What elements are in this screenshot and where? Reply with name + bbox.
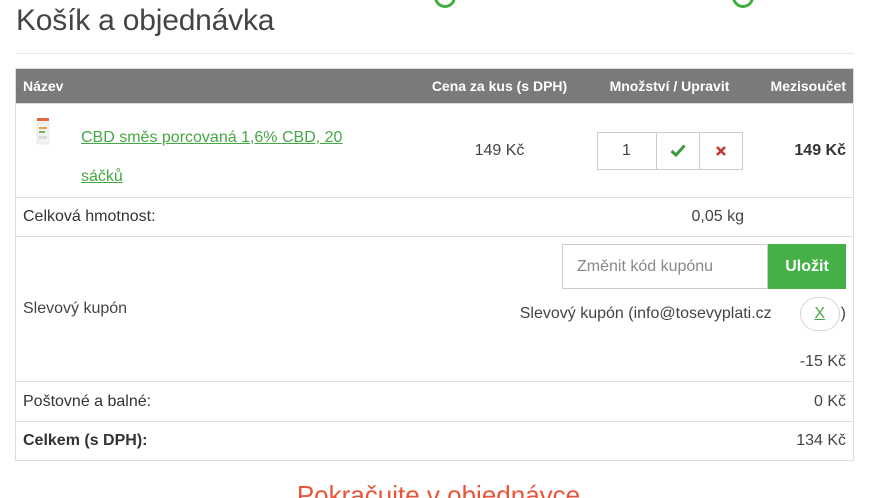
- product-cell: CBD směs porcovaná 1,6% CBD, 20 sáčků: [15, 103, 411, 198]
- total-label: Celkem (s DPH):: [15, 421, 589, 461]
- continue-order-heading: Pokračujte v objednávce: [296, 480, 581, 498]
- weight-value: 0,05 kg: [588, 197, 854, 237]
- coupon-code-input[interactable]: Změnit kód kupónu: [562, 244, 768, 289]
- column-header-name: Název: [15, 68, 411, 104]
- title-divider: [16, 53, 854, 54]
- weight-row: Celková hmotnost: 0,05 kg: [15, 197, 854, 237]
- checkmark-icon: [670, 144, 686, 157]
- remove-coupon-button[interactable]: X: [799, 297, 840, 331]
- page-title: Košík a objednávka: [16, 4, 275, 37]
- table-row: CBD směs porcovaná 1,6% CBD, 20 sáčků 14…: [15, 103, 854, 198]
- cart-table: Název Cena za kus (s DPH) Množství / Upr…: [15, 68, 854, 461]
- column-header-quantity: Množství / Upravit: [588, 68, 751, 104]
- total-value: 134 Kč: [588, 421, 854, 461]
- close-icon: [715, 145, 726, 156]
- shipping-label: Poštovné a balné:: [15, 381, 589, 422]
- product-thumbnail[interactable]: [36, 118, 50, 146]
- column-header-price: Cena za kus (s DPH): [410, 68, 589, 104]
- total-row: Celkem (s DPH): 134 Kč: [15, 421, 854, 461]
- applied-coupon-paren: ): [840, 305, 846, 322]
- applied-coupon: Slevový kupón (info@tosevyplati.cz X ): [520, 297, 846, 331]
- coupon-row: Slevový kupón Změnit kód kupónu Uložit S…: [15, 236, 854, 382]
- quantity-controls: 1: [596, 131, 744, 170]
- coupon-label: Slevový kupón: [15, 236, 411, 382]
- decorative-circle: [732, 0, 754, 8]
- coupon-cell: Změnit kód kupónu Uložit Slevový kupón (…: [410, 236, 854, 382]
- product-link[interactable]: CBD směs porcovaná 1,6% CBD, 20 sáčků: [81, 118, 381, 196]
- coupon-form: Změnit kód kupónu Uložit: [562, 244, 846, 289]
- remove-item-button[interactable]: [699, 131, 743, 170]
- applied-coupon-text: Slevový kupón (info@tosevyplati.cz: [519, 305, 772, 322]
- weight-label: Celková hmotnost:: [15, 197, 589, 237]
- item-subtotal: 149 Kč: [750, 103, 854, 198]
- coupon-save-button[interactable]: Uložit: [768, 244, 846, 289]
- unit-price: 149 Kč: [410, 103, 589, 198]
- table-header-row: Název Cena za kus (s DPH) Množství / Upr…: [15, 68, 854, 104]
- shipping-value: 0 Kč: [588, 381, 854, 422]
- column-header-subtotal: Mezisoučet: [750, 68, 854, 104]
- shipping-row: Poštovné a balné: 0 Kč: [15, 381, 854, 422]
- coupon-discount: -15 Kč: [799, 353, 846, 370]
- update-quantity-button[interactable]: [656, 131, 700, 170]
- quantity-input[interactable]: 1: [596, 131, 657, 170]
- decorative-circle: [434, 0, 456, 8]
- quantity-cell: 1: [588, 103, 751, 198]
